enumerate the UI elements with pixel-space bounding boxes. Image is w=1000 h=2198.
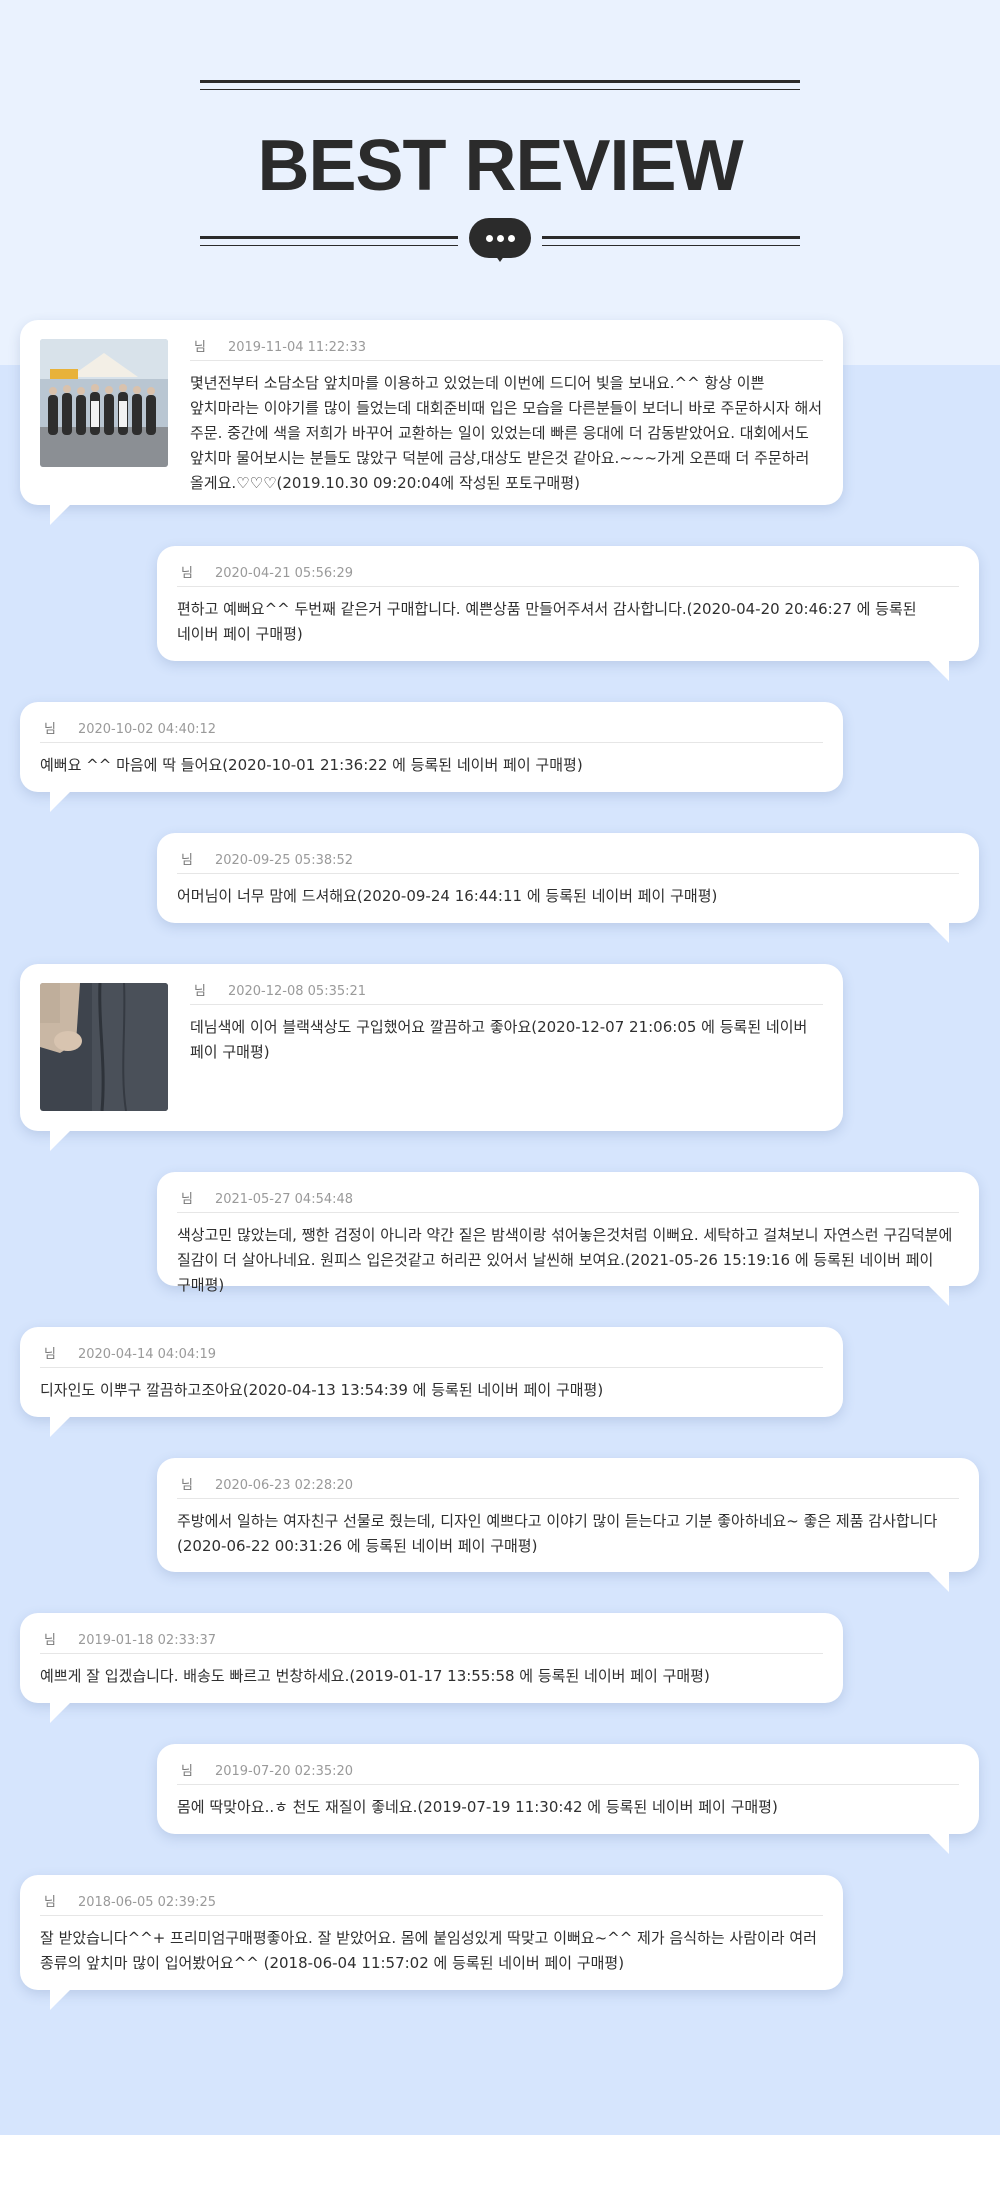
- review-card[interactable]: 님 2020-12-08 05:35:21 데님색에 이어 블랙색상도 구입했어요…: [20, 964, 843, 1151]
- bubble-tail: [927, 921, 949, 943]
- reviewer-name: 님: [181, 1478, 193, 1493]
- bubble-tail: [927, 1570, 949, 1592]
- bubble-tail: [50, 503, 72, 525]
- reviewer-name: 님: [194, 984, 206, 999]
- bubble-tail: [50, 790, 72, 812]
- review-card[interactable]: 님 2021-05-27 04:54:48 색상고민 많았는데, 쨍한 검정이 아…: [157, 1172, 979, 1306]
- review-date: 2018-06-05 02:39:25: [77, 1895, 217, 1910]
- review-photo[interactable]: [40, 339, 168, 467]
- review-meta: 님 2020-06-23 02:28:20: [177, 1476, 959, 1499]
- review-text: 몸에 딱맞아요..ㅎ 천도 재질이 좋네요.(2019-07-19 11:30:…: [177, 1798, 778, 1816]
- review-meta: 님 2020-10-02 04:40:12: [40, 720, 823, 743]
- review-card[interactable]: 님 2019-01-18 02:33:37 예쁘게 잘 입겠습니다. 배송도 빠르…: [20, 1613, 843, 1723]
- header-right-rule: [542, 236, 800, 246]
- review-card[interactable]: 님 2018-06-05 02:39:25 잘 받았습니다^^+ 프리미엄구매평좋…: [20, 1875, 843, 2010]
- reviewer-name: 님: [181, 1764, 193, 1779]
- review-meta: 님 2018-06-05 02:39:25: [40, 1893, 823, 1916]
- review-card[interactable]: 님 2020-04-14 04:04:19 디자인도 이뿌구 깔끔하고조아요(20…: [20, 1327, 843, 1437]
- review-meta: 님 2020-12-08 05:35:21: [190, 982, 823, 1005]
- review-date: 2020-04-21 05:56:29: [214, 566, 354, 581]
- bubble-tail: [50, 1129, 72, 1151]
- review-meta: 님 2021-05-27 04:54:48: [177, 1190, 959, 1213]
- review-card[interactable]: 님 2019-07-20 02:35:20 몸에 딱맞아요..ㅎ 천도 재질이 좋…: [157, 1744, 979, 1854]
- review-text: 예쁘게 잘 입겠습니다. 배송도 빠르고 번창하세요.(2019-01-17 1…: [40, 1667, 710, 1685]
- best-review-header: BEST REVIEW: [0, 0, 1000, 300]
- bubble-tail: [927, 659, 949, 681]
- bubble-tail: [50, 1701, 72, 1723]
- review-meta: 님 2020-04-21 05:56:29: [177, 564, 959, 587]
- review-meta: 님 2020-04-14 04:04:19: [40, 1345, 823, 1368]
- reviewer-name: 님: [194, 340, 206, 355]
- review-date: 2020-09-25 05:38:52: [214, 853, 354, 868]
- review-meta: 님 2019-07-20 02:35:20: [177, 1762, 959, 1785]
- review-text: 잘 받았습니다^^+ 프리미엄구매평좋아요. 잘 받았어요. 몸에 붙임성있게 …: [40, 1929, 817, 1972]
- review-meta: 님 2020-09-25 05:38:52: [177, 851, 959, 874]
- page-title: BEST REVIEW: [257, 126, 743, 206]
- review-text: 어머님이 너무 맘에 드셔해요(2020-09-24 16:44:11 에 등록…: [177, 887, 718, 905]
- review-date: 2021-05-27 04:54:48: [214, 1192, 354, 1207]
- review-card[interactable]: 님 2020-04-21 05:56:29 편하고 예뻐요^^ 두번째 같은거 구…: [157, 546, 979, 681]
- review-date: 2019-01-18 02:33:37: [77, 1633, 217, 1648]
- header-top-rule: [200, 80, 800, 90]
- reviewer-name: 님: [181, 1192, 193, 1207]
- review-date: 2020-12-08 05:35:21: [227, 984, 367, 999]
- review-text: 몇년전부터 소담소담 앞치마를 이용하고 있었는데 이번에 드디어 빛을 보내요…: [190, 374, 823, 492]
- review-card[interactable]: 님 2020-09-25 05:38:52 어머님이 너무 맘에 드셔해요(202…: [157, 833, 979, 943]
- bubble-tail: [50, 1415, 72, 1437]
- review-date: 2019-11-04 11:22:33: [227, 340, 367, 355]
- reviewer-name: 님: [44, 1895, 56, 1910]
- review-text: 색상고민 많았는데, 쨍한 검정이 아니라 약간 짙은 밤색이랑 섞어놓은것처럼…: [177, 1226, 953, 1294]
- review-text: 편하고 예뻐요^^ 두번째 같은거 구매합니다. 예쁜상품 만들어주셔서 감사합…: [177, 600, 917, 643]
- review-meta: 님 2019-01-18 02:33:37: [40, 1631, 823, 1654]
- chat-bubble-icon: [469, 218, 531, 262]
- bubble-tail: [927, 1284, 949, 1306]
- reviewer-name: 님: [44, 1633, 56, 1648]
- bubble-tail: [50, 1988, 72, 2010]
- review-text: 데님색에 이어 블랙색상도 구입했어요 깔끔하고 좋아요(2020-12-07 …: [190, 1018, 808, 1061]
- review-text: 예뻐요 ^^ 마음에 딱 들어요(2020-10-01 21:36:22 에 등…: [40, 756, 583, 774]
- review-card[interactable]: 님 2019-11-04 11:22:33 몇년전부터 소담소담 앞치마를 이용하…: [20, 320, 843, 525]
- header-left-rule: [200, 236, 458, 246]
- review-photo[interactable]: [40, 983, 168, 1111]
- review-meta: 님 2019-11-04 11:22:33: [190, 338, 823, 361]
- review-text: 디자인도 이뿌구 깔끔하고조아요(2020-04-13 13:54:39 에 등…: [40, 1381, 604, 1399]
- review-text: 주방에서 일하는 여자친구 선물로 줬는데, 디자인 예쁘다고 이야기 많이 듣…: [177, 1512, 938, 1555]
- bubble-tail: [927, 1832, 949, 1854]
- review-card[interactable]: 님 2020-06-23 02:28:20 주방에서 일하는 여자친구 선물로 줬…: [157, 1458, 979, 1592]
- reviewer-name: 님: [44, 1347, 56, 1362]
- reviewer-name: 님: [181, 566, 193, 581]
- review-card[interactable]: 님 2020-10-02 04:40:12 예뻐요 ^^ 마음에 딱 들어요(20…: [20, 702, 843, 812]
- review-date: 2019-07-20 02:35:20: [214, 1764, 354, 1779]
- reviewer-name: 님: [44, 722, 56, 737]
- review-date: 2020-10-02 04:40:12: [77, 722, 217, 737]
- reviewer-name: 님: [181, 853, 193, 868]
- review-date: 2020-04-14 04:04:19: [77, 1347, 217, 1362]
- review-date: 2020-06-23 02:28:20: [214, 1478, 354, 1493]
